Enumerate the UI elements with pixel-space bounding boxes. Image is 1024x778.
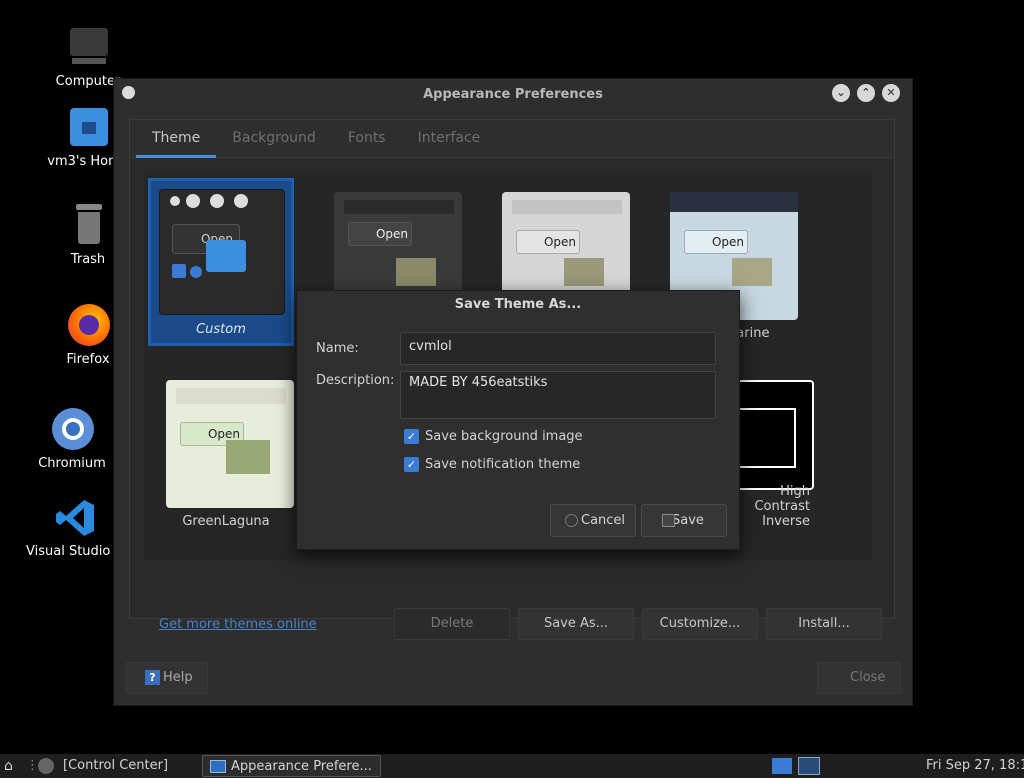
cancel-label: Cancel <box>581 513 626 528</box>
delete-theme-button[interactable]: Delete <box>394 608 510 640</box>
taskbar-control-center[interactable]: [Control Center] <box>63 755 168 777</box>
tab-background[interactable]: Background <box>216 120 332 158</box>
help-icon: ? <box>145 670 160 685</box>
check-icon: ✓ <box>404 457 419 472</box>
save-icon <box>662 514 675 527</box>
tab-bar: Theme Background Fonts Interface <box>130 120 894 158</box>
theme-name: High Contrast Inverse <box>754 484 810 529</box>
tab-fonts[interactable]: Fonts <box>332 120 402 158</box>
save-notification-label: Save notification theme <box>425 457 581 472</box>
help-button[interactable]: ? Help <box>126 662 208 694</box>
workspace-1-icon[interactable] <box>772 758 792 774</box>
window-icon <box>210 760 226 773</box>
desktop-icon-chromium[interactable]: Chromium <box>24 408 120 471</box>
taskbar-window-label: Appearance Prefere... <box>231 759 372 774</box>
name-label: Name: <box>316 341 359 356</box>
save-theme-dialog: Save Theme As... Name: cvmlol Descriptio… <box>296 290 740 550</box>
theme-name-input[interactable]: cvmlol <box>400 332 716 365</box>
theme-item-high-contrast-inverse[interactable]: High Contrast Inverse <box>724 370 894 535</box>
tab-theme[interactable]: Theme <box>136 120 217 158</box>
taskbar: ⌂ ⋮ [Control Center] Appearance Prefere.… <box>0 754 1024 778</box>
trash-icon <box>66 204 110 248</box>
save-background-checkbox[interactable]: ✓ Save background image <box>404 429 583 444</box>
home-folder-icon <box>66 106 110 150</box>
dialog-title: Save Theme As... <box>454 297 582 312</box>
description-label: Description: <box>316 373 395 388</box>
window-titlebar[interactable]: Appearance Preferences ⌄ ⌃ ✕ <box>114 79 912 109</box>
cancel-icon <box>565 514 578 527</box>
computer-icon <box>66 26 110 70</box>
taskbar-appearance-window[interactable]: Appearance Prefere... <box>202 755 381 777</box>
desktop-icon-label: Visual Studio Code <box>26 544 126 559</box>
clock: Fri Sep 27, 18:17 <box>926 758 1024 773</box>
tab-interface[interactable]: Interface <box>402 120 497 158</box>
close-button[interactable]: Close <box>817 662 901 694</box>
save-label: Save <box>672 513 704 528</box>
help-label: Help <box>163 670 193 685</box>
description-input[interactable]: MADE BY 456eatstiks <box>400 371 716 419</box>
chromium-icon <box>50 408 94 452</box>
save-button[interactable]: Save <box>641 504 727 537</box>
check-icon: ✓ <box>404 429 419 444</box>
control-center-icon[interactable] <box>38 758 54 774</box>
theme-item-custom[interactable]: Open Custom <box>148 178 294 346</box>
window-title: Appearance Preferences <box>423 87 603 102</box>
start-menu-icon[interactable]: ⌂ <box>4 755 20 777</box>
theme-item-greenlaguna[interactable]: Open GreenLaguna <box>156 370 296 535</box>
save-notification-checkbox[interactable]: ✓ Save notification theme <box>404 457 580 472</box>
theme-name: GreenLaguna <box>182 514 270 529</box>
customize-button[interactable]: Customize... <box>642 608 758 640</box>
workspace-2-icon[interactable] <box>798 757 820 775</box>
maximize-button[interactable]: ⌃ <box>857 84 875 102</box>
desktop-icon-label: Chromium <box>38 456 106 471</box>
theme-thumbnail: Open <box>166 380 294 508</box>
cancel-button[interactable]: Cancel <box>550 504 636 537</box>
more-themes-link[interactable]: Get more themes online <box>159 617 317 632</box>
firefox-icon <box>66 304 110 348</box>
close-window-button[interactable]: ✕ <box>882 84 900 102</box>
install-button[interactable]: Install... <box>766 608 882 640</box>
save-as-button[interactable]: Save As... <box>518 608 634 640</box>
desktop-icon-vscode[interactable]: Visual Studio Code <box>26 496 126 559</box>
theme-thumbnail: Open <box>159 189 285 315</box>
minimize-button[interactable]: ⌄ <box>832 84 850 102</box>
save-background-label: Save background image <box>425 429 583 444</box>
vscode-icon <box>54 496 98 540</box>
theme-name: Custom <box>196 322 246 337</box>
